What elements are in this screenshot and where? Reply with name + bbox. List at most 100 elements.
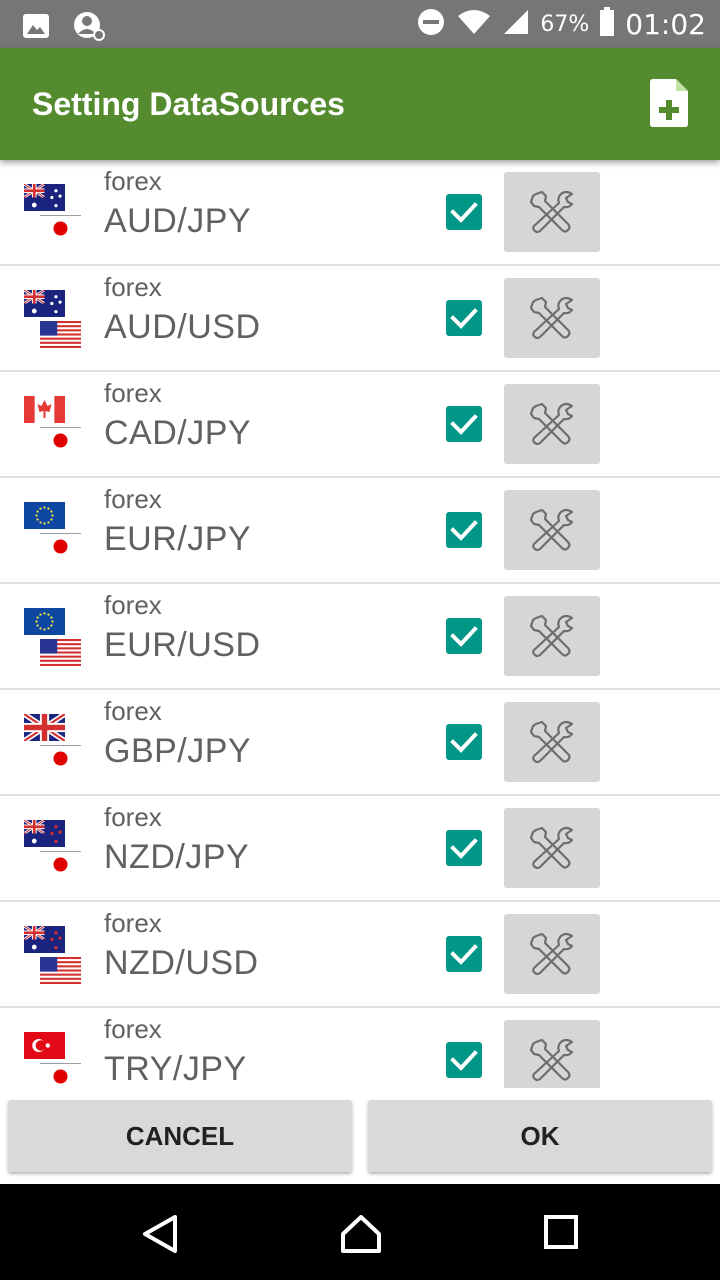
datasource-row[interactable]: forex EUR/JPY xyxy=(0,478,720,584)
datasource-row[interactable]: forex AUD/USD xyxy=(0,266,720,372)
battery-percent: 67% xyxy=(540,11,590,37)
datasource-row[interactable]: forex NZD/USD xyxy=(0,902,720,1008)
checkmark-icon xyxy=(450,520,478,541)
checkmark-icon xyxy=(450,1050,478,1071)
datasource-category: forex xyxy=(104,590,162,620)
currency-pair: NZD/USD xyxy=(104,944,259,982)
settings-tools-button[interactable] xyxy=(504,808,600,888)
checkmark-icon xyxy=(450,944,478,965)
currency-flags xyxy=(24,820,82,878)
datasource-category: forex xyxy=(104,802,162,832)
settings-tools-button[interactable] xyxy=(504,490,600,570)
datasource-category: forex xyxy=(104,378,162,408)
currency-pair: EUR/USD xyxy=(104,626,261,664)
tools-icon xyxy=(529,508,574,552)
settings-tools-button[interactable] xyxy=(504,384,600,464)
flag-us-icon xyxy=(40,639,81,666)
sync-person-icon xyxy=(72,10,106,47)
currency-pair: CAD/JPY xyxy=(104,414,252,452)
datasource-row[interactable]: forex GBP/JPY xyxy=(0,690,720,796)
currency-flags xyxy=(24,502,82,560)
currency-pair: NZD/JPY xyxy=(104,838,250,876)
add-datasource-button[interactable] xyxy=(648,78,696,130)
currency-pair: AUD/USD xyxy=(104,308,261,346)
enable-checkbox[interactable] xyxy=(446,194,482,230)
datasource-category: forex xyxy=(104,272,162,302)
tools-icon xyxy=(529,190,574,234)
currency-pair: EUR/JPY xyxy=(104,520,252,558)
currency-flags xyxy=(24,926,82,984)
flag-nz-icon xyxy=(24,926,65,953)
app-toolbar: Setting DataSources xyxy=(0,48,720,160)
flag-au-icon xyxy=(24,290,65,317)
datasource-row[interactable]: forex NZD/JPY xyxy=(0,796,720,902)
checkmark-icon xyxy=(450,202,478,223)
flag-eu-icon xyxy=(24,502,65,529)
enable-checkbox[interactable] xyxy=(446,300,482,336)
recents-icon[interactable] xyxy=(543,1214,579,1255)
enable-checkbox[interactable] xyxy=(446,406,482,442)
checkmark-icon xyxy=(450,626,478,647)
status-bar: 67% 01:02 xyxy=(0,0,720,48)
settings-tools-button[interactable] xyxy=(504,172,600,252)
enable-checkbox[interactable] xyxy=(446,936,482,972)
currency-pair: TRY/JPY xyxy=(104,1050,247,1088)
datasource-list[interactable]: forex AUD/JPY forex AUD/USD forex CAD/JP… xyxy=(0,160,720,1088)
datasource-category: forex xyxy=(104,1014,162,1044)
flag-nz-icon xyxy=(24,820,65,847)
dialog-button-bar: CANCEL OK xyxy=(0,1088,720,1184)
enable-checkbox[interactable] xyxy=(446,1042,482,1078)
currency-flags xyxy=(24,608,82,666)
flag-jp-icon xyxy=(40,215,81,242)
datasource-category: forex xyxy=(104,696,162,726)
tools-icon xyxy=(529,614,574,658)
settings-tools-button[interactable] xyxy=(504,278,600,358)
flag-jp-icon xyxy=(40,851,81,878)
cancel-button[interactable]: CANCEL xyxy=(8,1100,352,1172)
flag-us-icon xyxy=(40,957,81,984)
datasource-row[interactable]: forex EUR/USD xyxy=(0,584,720,690)
enable-checkbox[interactable] xyxy=(446,512,482,548)
ok-button[interactable]: OK xyxy=(368,1100,712,1172)
enable-checkbox[interactable] xyxy=(446,618,482,654)
checkmark-icon xyxy=(450,414,478,435)
enable-checkbox[interactable] xyxy=(446,724,482,760)
currency-pair: GBP/JPY xyxy=(104,732,252,770)
tools-icon xyxy=(529,1038,574,1082)
flag-jp-icon xyxy=(40,745,81,772)
datasource-row[interactable]: forex AUD/JPY xyxy=(0,160,720,266)
clock: 01:02 xyxy=(625,7,706,41)
enable-checkbox[interactable] xyxy=(446,830,482,866)
page-title: Setting DataSources xyxy=(32,86,345,122)
currency-flags xyxy=(24,1032,82,1088)
datasource-row[interactable]: forex TRY/JPY xyxy=(0,1008,720,1088)
datasource-category: forex xyxy=(104,166,162,196)
settings-tools-button[interactable] xyxy=(504,1020,600,1088)
flag-gb-icon xyxy=(22,711,67,744)
flag-au-icon xyxy=(24,184,65,211)
currency-flags xyxy=(24,184,82,242)
flag-jp-icon xyxy=(40,427,81,454)
settings-tools-button[interactable] xyxy=(504,596,600,676)
tools-icon xyxy=(529,826,574,870)
tools-icon xyxy=(529,296,574,340)
checkmark-icon xyxy=(450,308,478,329)
image-icon xyxy=(22,12,50,45)
flag-us-icon xyxy=(40,321,81,348)
tools-icon xyxy=(529,402,574,446)
tools-icon xyxy=(529,720,574,764)
do-not-disturb-icon xyxy=(416,7,446,42)
datasource-category: forex xyxy=(104,484,162,514)
flag-eu-icon xyxy=(24,608,65,635)
flag-jp-icon xyxy=(40,1063,81,1088)
datasource-category: forex xyxy=(104,908,162,938)
currency-flags xyxy=(24,290,82,348)
datasource-row[interactable]: forex CAD/JPY xyxy=(0,372,720,478)
back-icon[interactable] xyxy=(142,1214,178,1259)
currency-flags xyxy=(24,396,82,454)
settings-tools-button[interactable] xyxy=(504,914,600,994)
settings-tools-button[interactable] xyxy=(504,702,600,782)
home-icon[interactable] xyxy=(340,1214,382,1259)
flag-tr-icon xyxy=(24,1032,65,1059)
battery-icon xyxy=(599,6,615,42)
